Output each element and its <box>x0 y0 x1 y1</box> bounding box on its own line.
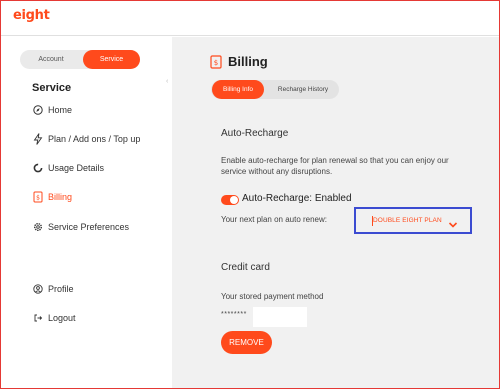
sidebar-item-logout[interactable]: Logout <box>32 311 76 325</box>
page-title: $ Billing <box>210 54 268 69</box>
sidebar-item-label: Logout <box>48 313 76 323</box>
sidebar-item-label: Usage Details <box>48 163 105 173</box>
eight-logo[interactable]: eight <box>13 8 50 23</box>
sidebar-item-profile[interactable]: Profile <box>32 282 74 296</box>
logout-icon <box>32 312 44 324</box>
sidebar-item-label: Service Preferences <box>48 222 130 232</box>
sidebar-item-home[interactable]: Home <box>32 103 72 117</box>
masked-card-number: ******** <box>221 311 247 318</box>
sidebar-title: Service <box>32 82 72 94</box>
credit-card-heading: Credit card <box>221 262 270 273</box>
svg-text:$: $ <box>214 59 218 67</box>
page-title-text: Billing <box>228 54 268 69</box>
account-toggle-button[interactable]: Account <box>20 50 82 69</box>
billing-tabs: Billing Info Recharge History <box>211 80 339 99</box>
sidebar-item-usage-details[interactable]: Usage Details <box>32 161 104 175</box>
sidebar-item-label: Billing <box>48 192 73 202</box>
tab-billing-info[interactable]: Billing Info <box>212 80 264 99</box>
auto-renew-label: Your next plan on auto renew: <box>221 215 328 224</box>
top-bar: eight <box>0 0 500 36</box>
sidebar-item-plan[interactable]: Plan / Add ons / Top up <box>32 132 140 146</box>
billing-document-icon: $ <box>210 54 222 69</box>
account-service-toggle: Account Service <box>20 50 140 69</box>
selected-plan-value: DOUBLE EIGHT PLAN <box>373 217 442 224</box>
sidebar-item-label: Home <box>48 105 73 115</box>
collapse-sidebar-icon[interactable]: ‹ <box>166 78 168 85</box>
card-number-box <box>253 307 307 327</box>
auto-recharge-switch[interactable] <box>221 195 239 205</box>
auto-recharge-switch-label: Auto-Recharge: Enabled <box>242 193 352 204</box>
sidebar-item-billing[interactable]: $ Billing <box>32 190 72 204</box>
gear-icon <box>32 221 44 233</box>
sidebar-item-label: Plan / Add ons / Top up <box>48 134 141 144</box>
tab-recharge-history[interactable]: Recharge History <box>267 80 339 99</box>
user-icon <box>32 283 44 295</box>
sidebar-item-label: Profile <box>48 284 74 294</box>
stored-payment-label: Your stored payment method <box>221 292 324 301</box>
service-toggle-button[interactable]: Service <box>83 50 140 69</box>
donut-chart-icon <box>32 162 44 174</box>
sidebar-item-service-preferences[interactable]: Service Preferences <box>32 220 129 234</box>
plan-select-dropdown[interactable]: DOUBLE EIGHT PLAN <box>354 207 472 234</box>
auto-recharge-description: Enable auto-recharge for plan renewal so… <box>221 156 449 176</box>
auto-recharge-heading: Auto-Recharge <box>221 128 289 139</box>
lightning-icon <box>32 133 44 145</box>
svg-text:$: $ <box>36 195 40 202</box>
chevron-down-icon <box>448 216 458 228</box>
sidebar <box>0 37 172 388</box>
compass-icon <box>32 104 44 116</box>
remove-card-button[interactable]: REMOVE <box>221 331 272 354</box>
billing-document-icon: $ <box>32 191 44 203</box>
